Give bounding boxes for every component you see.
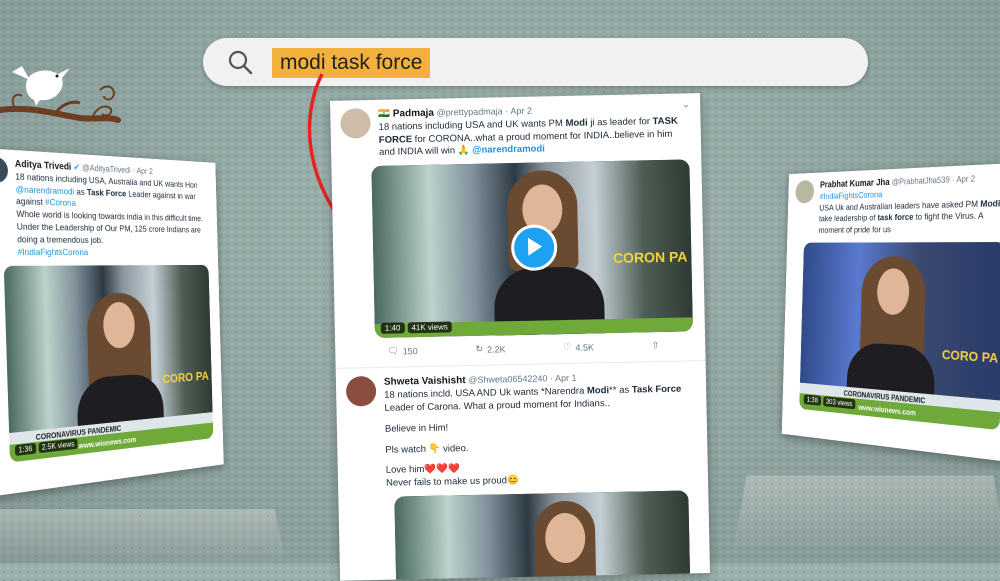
tweet-card-center[interactable]: ⌄ 🇮🇳 Padmaja @prettypadmaja · Apr 2 18 n… xyxy=(330,93,711,581)
reply-button[interactable]: 🗨 150 xyxy=(387,345,418,357)
bird-branch-logo xyxy=(0,66,121,123)
flag-icon: 🇮🇳 xyxy=(378,108,391,120)
avatar[interactable] xyxy=(340,108,371,139)
video-duration: 1:40 xyxy=(380,322,405,335)
heart-icon: ♡ xyxy=(563,342,572,353)
hashtag-link[interactable]: #IndiaFightsCorona xyxy=(17,247,211,260)
verified-icon: ✔ xyxy=(73,162,81,174)
tweet-author-name[interactable]: Padmaja xyxy=(393,108,434,120)
video-views: 41K views xyxy=(407,321,452,334)
tweet-author-name[interactable]: Aditya Trivedi xyxy=(15,159,72,173)
tweet-text: USA Uk and Australian leaders have asked… xyxy=(819,198,1000,238)
tweet-bold-text: Modi xyxy=(586,385,610,397)
tweet-text-part: as xyxy=(74,186,85,198)
mention-link[interactable]: @narendramodi xyxy=(15,184,74,197)
tweet-bold-text: Task Force xyxy=(86,187,127,199)
tweet-date[interactable]: Apr 2 xyxy=(956,174,975,184)
tweet-card-left[interactable]: Aditya Trivedi ✔ @AdityaTrivedi · Apr 2 … xyxy=(0,147,224,498)
chevron-down-icon[interactable]: ⌄ xyxy=(682,99,691,110)
share-button[interactable]: ⇧ xyxy=(652,340,660,351)
tweet-author-name[interactable]: Prabhat Kumar Jha xyxy=(820,178,890,191)
tweet-text-part: Whole world is looking towards india in … xyxy=(16,209,204,246)
video-overlay-text: CORON PA xyxy=(612,248,688,267)
tweet-video[interactable]: CORO PA CORONAVIRUS PANDEMIC www.wionews… xyxy=(799,242,1000,431)
reflection xyxy=(732,475,1000,553)
tweet-date[interactable]: Apr 2 xyxy=(510,106,532,116)
tweet-text: 18 nations incld. USA AND Uk wants *Nare… xyxy=(384,383,696,415)
tweet-bold-text: Modi xyxy=(565,117,588,129)
tweet-text-part: ji as leader for xyxy=(587,115,653,129)
tweet-video[interactable]: CORO PA CORONAVIRUS PANDEMIC www.wionews… xyxy=(3,264,214,462)
like-count: 4.5K xyxy=(575,342,595,353)
retweet-icon: ↻ xyxy=(475,343,484,355)
tweet-actions: 🗨 150 ↻ 2.2K ♡ 4.5K ⇧ xyxy=(387,340,659,357)
tweet-date[interactable]: Apr 2 xyxy=(136,166,153,176)
tweet-handle[interactable]: @Shweta06542240 xyxy=(468,374,547,386)
tweet-video[interactable]: CORON PA 1:40 41K views xyxy=(371,159,693,339)
avatar[interactable] xyxy=(795,179,815,204)
reply-count: 150 xyxy=(402,345,418,357)
tweet-author-name[interactable]: Shweta Vaishisht xyxy=(384,375,466,388)
retweet-count: 2.2K xyxy=(486,344,506,355)
tweet-text-part: Believe in Him! xyxy=(384,422,449,435)
tweet-text-part: Pls watch 👇 video. xyxy=(385,442,469,456)
tweet-date[interactable]: Apr 1 xyxy=(555,373,577,383)
tweet-text: 18 nations including USA, Australia and … xyxy=(15,172,211,260)
tweet-bold-text: task force xyxy=(877,212,914,224)
tweet-bold-text: Task Force xyxy=(631,383,682,396)
video-duration: 1:38 xyxy=(803,394,821,406)
share-icon: ⇧ xyxy=(651,340,660,351)
tweet-handle[interactable]: @prettypadmaja xyxy=(436,106,502,117)
tweet-text-part: Leader of Carona. What a proud moment fo… xyxy=(384,397,611,414)
tweet-card-right[interactable]: Prabhat Kumar Jha @PrabhatJha539 · Apr 2… xyxy=(781,162,1000,463)
avatar[interactable] xyxy=(0,156,9,184)
tweet-text-part: ** as xyxy=(608,384,632,397)
video-overlay-text: CORO PA xyxy=(941,346,999,366)
search-icon xyxy=(228,50,253,75)
tweet-handle[interactable]: @PrabhatJha539 xyxy=(892,175,950,187)
tweet-text: 18 nations including USA and UK wants PM… xyxy=(378,115,691,160)
tweet-handle[interactable]: @AdityaTrivedi xyxy=(82,163,131,175)
like-button[interactable]: ♡ 4.5K xyxy=(563,342,594,354)
mention-link[interactable]: @narendramodi xyxy=(472,144,545,157)
retweet-button[interactable]: ↻ 2.2K xyxy=(475,344,505,356)
reply-icon: 🗨 xyxy=(387,345,399,356)
video-overlay-text: CORO PA xyxy=(162,367,209,386)
hashtag-link[interactable]: #Corona xyxy=(45,198,76,210)
tweet-bold-text: Modi xyxy=(980,198,1000,210)
reflection xyxy=(0,509,286,563)
avatar[interactable] xyxy=(345,376,377,407)
tweet-video[interactable] xyxy=(394,490,691,581)
